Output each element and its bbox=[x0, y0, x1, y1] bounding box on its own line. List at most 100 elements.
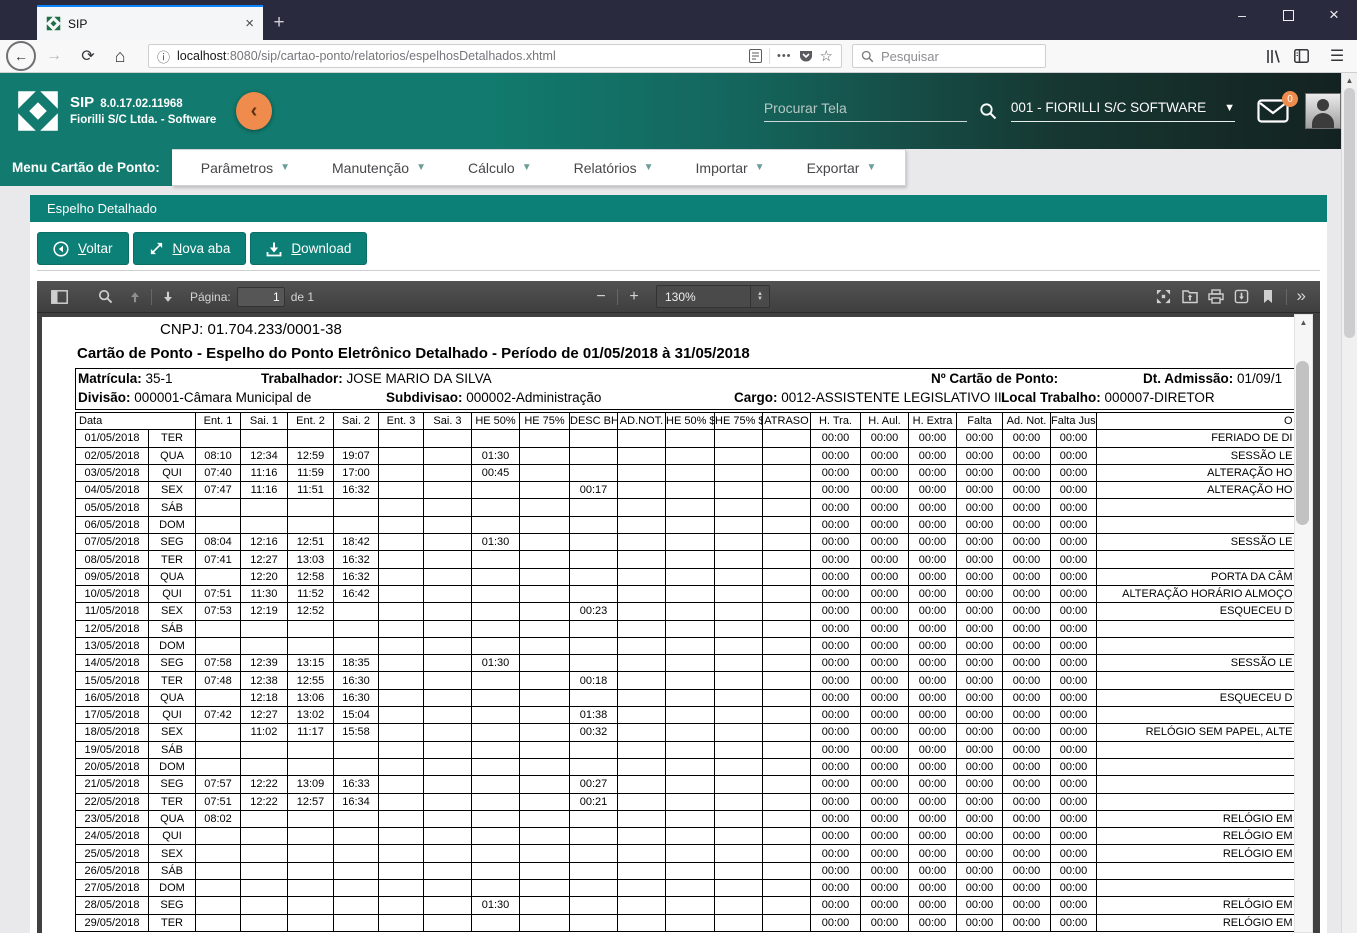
next-page-icon[interactable] bbox=[156, 285, 180, 309]
table-row: 18/05/2018SEX11:0211:1715:5800:3200:0000… bbox=[76, 724, 1296, 741]
toolbar-separator bbox=[617, 289, 618, 305]
collapse-menu-button[interactable]: ‹ bbox=[236, 92, 272, 130]
reload-button[interactable]: ⟳ bbox=[74, 42, 102, 70]
current-view-bookmark-icon[interactable] bbox=[1256, 285, 1280, 309]
table-row: 28/05/2018SEG01:3000:0000:0000:0000:0000… bbox=[76, 897, 1296, 914]
forward-button[interactable]: → bbox=[40, 42, 68, 70]
menu-item-manutencao[interactable]: Manutenção▼ bbox=[311, 150, 447, 185]
app-title-block: SIP8.0.17.02.11968 Fiorilli S/C Ltda. - … bbox=[70, 94, 216, 127]
fiorilli-logo-icon bbox=[16, 89, 60, 133]
page-info-icon[interactable]: ⓘ bbox=[157, 47, 170, 66]
toolbar-separator bbox=[151, 289, 152, 305]
menu-item-calculo[interactable]: Cálculo▼ bbox=[447, 150, 553, 185]
zoom-out-icon[interactable]: − bbox=[589, 285, 613, 309]
zoom-in-icon[interactable]: + bbox=[622, 285, 646, 309]
user-avatar[interactable] bbox=[1305, 93, 1341, 129]
company-select[interactable]: 001 - FIORILLI S/C SOFTWARE ▼ bbox=[1011, 100, 1235, 122]
table-row: 05/05/2018SÁB00:0000:0000:0000:0000:0000… bbox=[76, 499, 1296, 516]
search-bar[interactable]: Pesquisar bbox=[852, 44, 1046, 68]
table-row: 29/05/2018TER00:0000:0000:0000:0000:0000… bbox=[76, 914, 1296, 931]
mail-badge: 0 bbox=[1282, 91, 1298, 107]
toolbar-separator bbox=[1286, 289, 1287, 305]
table-row: 11/05/2018SEX07:5312:1912:5200:2300:0000… bbox=[76, 603, 1296, 620]
zoom-value: 130% bbox=[657, 290, 750, 304]
browser-tab-sip[interactable]: SIP × bbox=[37, 5, 263, 40]
pdf-toolbar: Página: 1 de 1 − + 130% ▲▼ bbox=[37, 281, 1320, 313]
chevron-down-icon: ▼ bbox=[755, 162, 765, 173]
table-row: 17/05/2018QUI07:4212:2713:0215:0401:3800… bbox=[76, 707, 1296, 724]
maximize-icon bbox=[1283, 10, 1294, 21]
table-row: 20/05/2018DOM00:0000:0000:0000:0000:0000… bbox=[76, 758, 1296, 775]
screen-search-icon[interactable] bbox=[979, 102, 997, 120]
avatar-head bbox=[1317, 99, 1329, 111]
mail-button[interactable]: 0 bbox=[1257, 99, 1289, 123]
reader-mode-icon[interactable] bbox=[749, 49, 762, 63]
maximize-button[interactable] bbox=[1265, 0, 1311, 30]
voltar-button[interactable]: Voltar bbox=[37, 232, 129, 265]
menu-items: Parâmetros▼Manutenção▼Cálculo▼Relatórios… bbox=[172, 149, 907, 186]
pocket-icon[interactable] bbox=[799, 50, 813, 63]
scroll-up-icon[interactable]: ▲ bbox=[1295, 315, 1312, 329]
nova-aba-button[interactable]: Nova aba bbox=[133, 232, 247, 265]
table-row: 24/05/2018QUI00:0000:0000:0000:0000:0000… bbox=[76, 828, 1296, 845]
url-bar[interactable]: ⓘ localhost:8080/sip/cartao-ponto/relato… bbox=[148, 44, 842, 68]
previous-page-icon[interactable] bbox=[123, 285, 147, 309]
download-button[interactable]: Download bbox=[250, 232, 367, 265]
menu-hamburger-icon[interactable]: ☰ bbox=[1323, 42, 1351, 70]
url-text: localhost:8080/sip/cartao-ponto/relatori… bbox=[177, 49, 742, 63]
sidebars-icon[interactable] bbox=[1287, 42, 1315, 70]
close-button[interactable]: × bbox=[1311, 0, 1357, 30]
table-row: 10/05/2018QUI07:5111:3011:5216:4200:0000… bbox=[76, 585, 1296, 602]
open-file-icon[interactable] bbox=[1178, 285, 1202, 309]
tab-close-icon[interactable]: × bbox=[245, 16, 254, 31]
app-subtitle: Fiorilli S/C Ltda. - Software bbox=[70, 113, 216, 127]
library-icon[interactable] bbox=[1259, 42, 1287, 70]
pdf-scrollbar-thumb[interactable] bbox=[1296, 361, 1309, 525]
pdf-canvas-area: CNPJ: 01.704.233/0001-38 Cartão de Ponto… bbox=[37, 313, 1320, 933]
search-icon bbox=[861, 50, 874, 63]
urlbar-separator bbox=[769, 48, 770, 64]
table-row: 03/05/2018QUI07:4011:1611:5917:0000:4500… bbox=[76, 464, 1296, 481]
table-row: 15/05/2018TER07:4812:3812:5516:3000:1800… bbox=[76, 672, 1296, 689]
window-scrollbar-thumb[interactable] bbox=[1344, 88, 1355, 338]
sidebar-toggle-icon[interactable] bbox=[47, 285, 71, 309]
zoom-select-arrows-icon: ▲▼ bbox=[750, 286, 769, 307]
zoom-select[interactable]: 130% ▲▼ bbox=[656, 285, 770, 308]
pdf-download-icon[interactable] bbox=[1230, 285, 1254, 309]
window-controls: – × bbox=[1219, 0, 1357, 30]
browser-titlebar: SIP × + – × bbox=[0, 0, 1357, 40]
scroll-up-icon[interactable]: ▲ bbox=[1342, 73, 1357, 87]
chevron-down-icon: ▼ bbox=[522, 162, 532, 173]
more-tools-icon[interactable]: » bbox=[1293, 286, 1310, 308]
pdf-page: CNPJ: 01.704.233/0001-38 Cartão de Ponto… bbox=[42, 317, 1295, 933]
module-menubar: Menu Cartão de Ponto: Parâmetros▼Manuten… bbox=[0, 149, 1357, 186]
expand-arrows-icon bbox=[149, 241, 164, 256]
divider bbox=[37, 270, 1320, 271]
menu-item-exportar[interactable]: Exportar▼ bbox=[786, 150, 898, 185]
menu-item-parametros[interactable]: Parâmetros▼ bbox=[180, 150, 311, 185]
find-icon[interactable] bbox=[93, 285, 117, 309]
menu-item-importar[interactable]: Importar▼ bbox=[675, 150, 786, 185]
table-row: 08/05/2018TER07:4112:2713:0316:3200:0000… bbox=[76, 551, 1296, 568]
home-button[interactable]: ⌂ bbox=[106, 42, 134, 70]
table-row: 13/05/2018DOM00:0000:0000:0000:0000:0000… bbox=[76, 637, 1296, 654]
pdf-viewer: Página: 1 de 1 − + 130% ▲▼ bbox=[37, 281, 1320, 933]
page-title: Espelho Detalhado bbox=[30, 195, 1327, 222]
bookmark-star-icon[interactable]: ☆ bbox=[820, 47, 833, 65]
presentation-mode-icon[interactable] bbox=[1152, 285, 1176, 309]
page-number-input[interactable]: 1 bbox=[237, 287, 285, 307]
new-tab-button[interactable]: + bbox=[263, 5, 295, 40]
chevron-down-icon: ▼ bbox=[416, 162, 426, 173]
table-row: 01/05/2018TER00:0000:0000:0000:0000:0000… bbox=[76, 430, 1296, 447]
menu-item-relatorios[interactable]: Relatórios▼ bbox=[553, 150, 675, 185]
pdf-scrollbar[interactable]: ▲ bbox=[1294, 314, 1313, 933]
report-employee-info: Matrícula: 35-1 Trabalhador: JOSE MARIO … bbox=[75, 368, 1295, 410]
panel-body: Voltar Nova aba Download bbox=[30, 222, 1327, 933]
minimize-button[interactable]: – bbox=[1219, 0, 1265, 30]
screen-search-input[interactable]: Procurar Tela bbox=[764, 100, 967, 122]
chevron-down-icon: ▼ bbox=[280, 162, 290, 173]
print-icon[interactable] bbox=[1204, 285, 1228, 309]
page-actions-icon[interactable]: ••• bbox=[777, 50, 792, 62]
back-button[interactable]: ← bbox=[6, 41, 36, 71]
window-scrollbar[interactable]: ▲ bbox=[1341, 73, 1357, 933]
